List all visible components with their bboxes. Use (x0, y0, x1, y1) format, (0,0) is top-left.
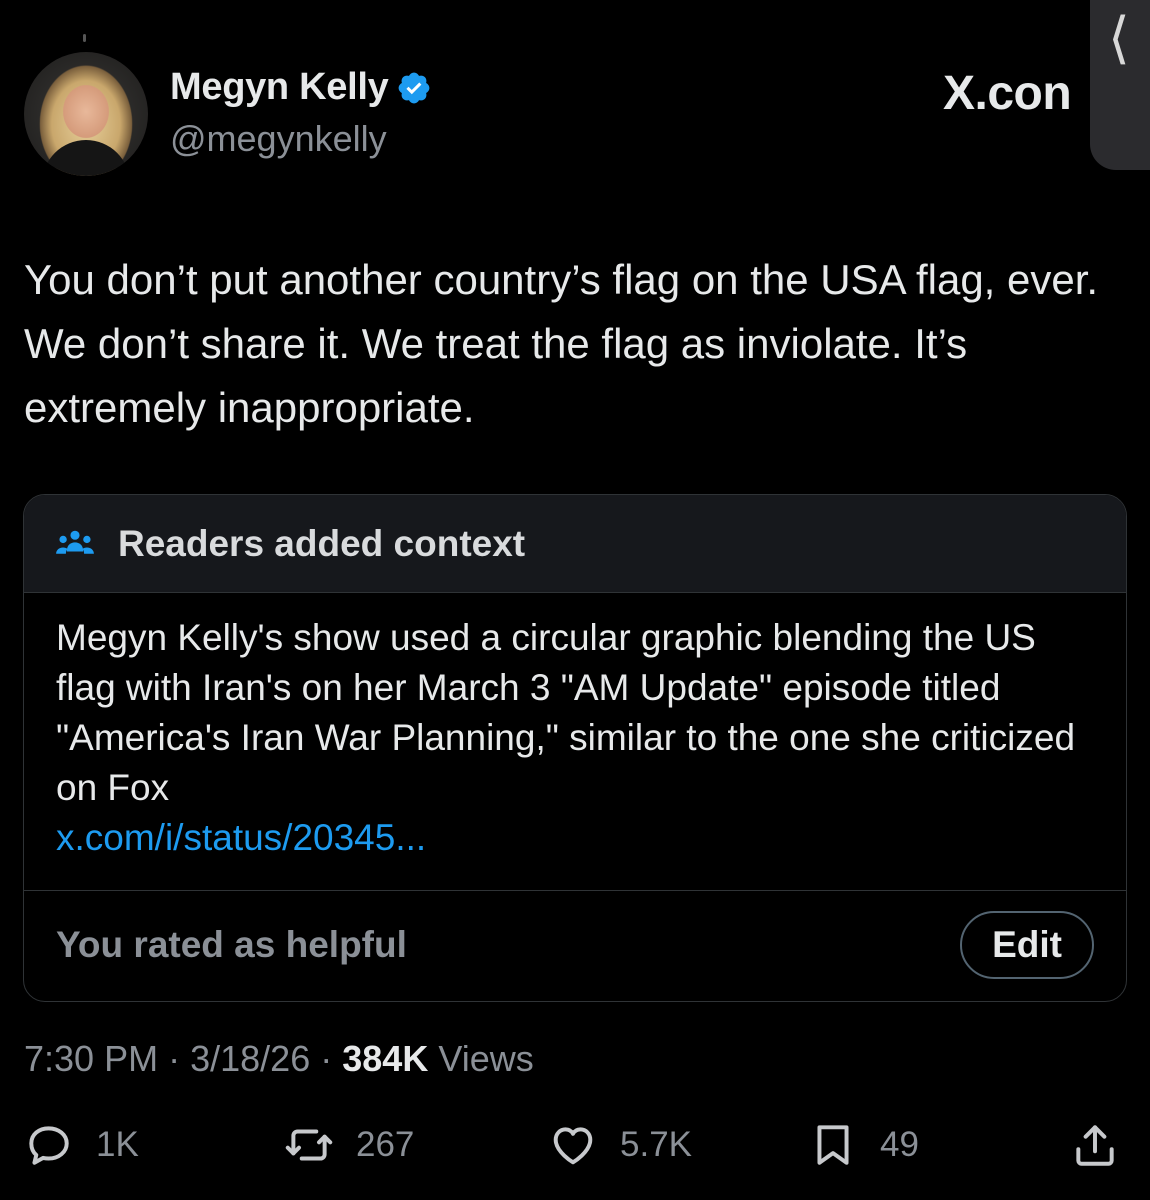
community-note-footer: You rated as helpful Edit (24, 891, 1126, 999)
watermark-logo: X.con (943, 67, 1072, 120)
reply-button[interactable]: 1K (24, 1120, 139, 1170)
share-button[interactable] (1070, 1120, 1142, 1170)
tweet-date[interactable]: 3/18/26 (190, 1038, 310, 1079)
edit-rating-button[interactable]: Edit (960, 911, 1094, 979)
community-note-title: Readers added context (118, 522, 526, 564)
bookmark-button[interactable]: 49 (808, 1120, 919, 1170)
share-icon (1076, 1125, 1114, 1166)
reply-count: 1K (96, 1125, 139, 1164)
status-dot (83, 34, 86, 42)
repost-count: 267 (356, 1125, 415, 1164)
community-note: Readers added context Megyn Kelly's show… (23, 494, 1127, 1002)
community-note-link[interactable]: x.com/i/status/20345... (56, 813, 1094, 863)
like-count: 5.7K (620, 1125, 692, 1164)
meta-separator: · (168, 1038, 181, 1079)
community-note-text: Megyn Kelly's show used a circular graph… (56, 617, 1076, 808)
verified-badge-icon (399, 72, 430, 103)
community-note-header[interactable]: Readers added context (24, 495, 1126, 593)
rating-status: You rated as helpful (56, 924, 407, 965)
meta-separator: · (320, 1038, 333, 1079)
author-name[interactable]: Megyn Kelly (170, 66, 389, 109)
reply-icon (29, 1126, 69, 1165)
like-icon (553, 1127, 593, 1165)
tweet-time[interactable]: 7:30 PM (24, 1038, 158, 1079)
side-panel-tab[interactable]: ⟨ (1090, 0, 1150, 170)
like-button[interactable]: 5.7K (548, 1120, 692, 1170)
views-count: 384K (342, 1038, 429, 1079)
author-row[interactable]: Megyn Kelly (170, 66, 432, 109)
people-icon (56, 530, 94, 554)
repost-icon (285, 1129, 333, 1161)
avatar[interactable] (24, 52, 148, 176)
bookmark-icon (817, 1125, 849, 1165)
author-handle[interactable]: @megynkelly (170, 118, 387, 160)
bookmark-count: 49 (880, 1125, 919, 1164)
views-label: Views (438, 1038, 534, 1079)
community-note-body: Megyn Kelly's show used a circular graph… (24, 593, 1126, 891)
tweet-text: You don’t put another country’s flag on … (24, 256, 1099, 431)
tweet-meta: 7:30 PM · 3/18/26 · 384K Views (24, 1038, 534, 1080)
chevron-left-icon: ⟨ (1108, 6, 1130, 71)
repost-button[interactable]: 267 (284, 1120, 414, 1170)
action-bar: 1K 267 5.7K 49 (0, 1120, 1150, 1180)
